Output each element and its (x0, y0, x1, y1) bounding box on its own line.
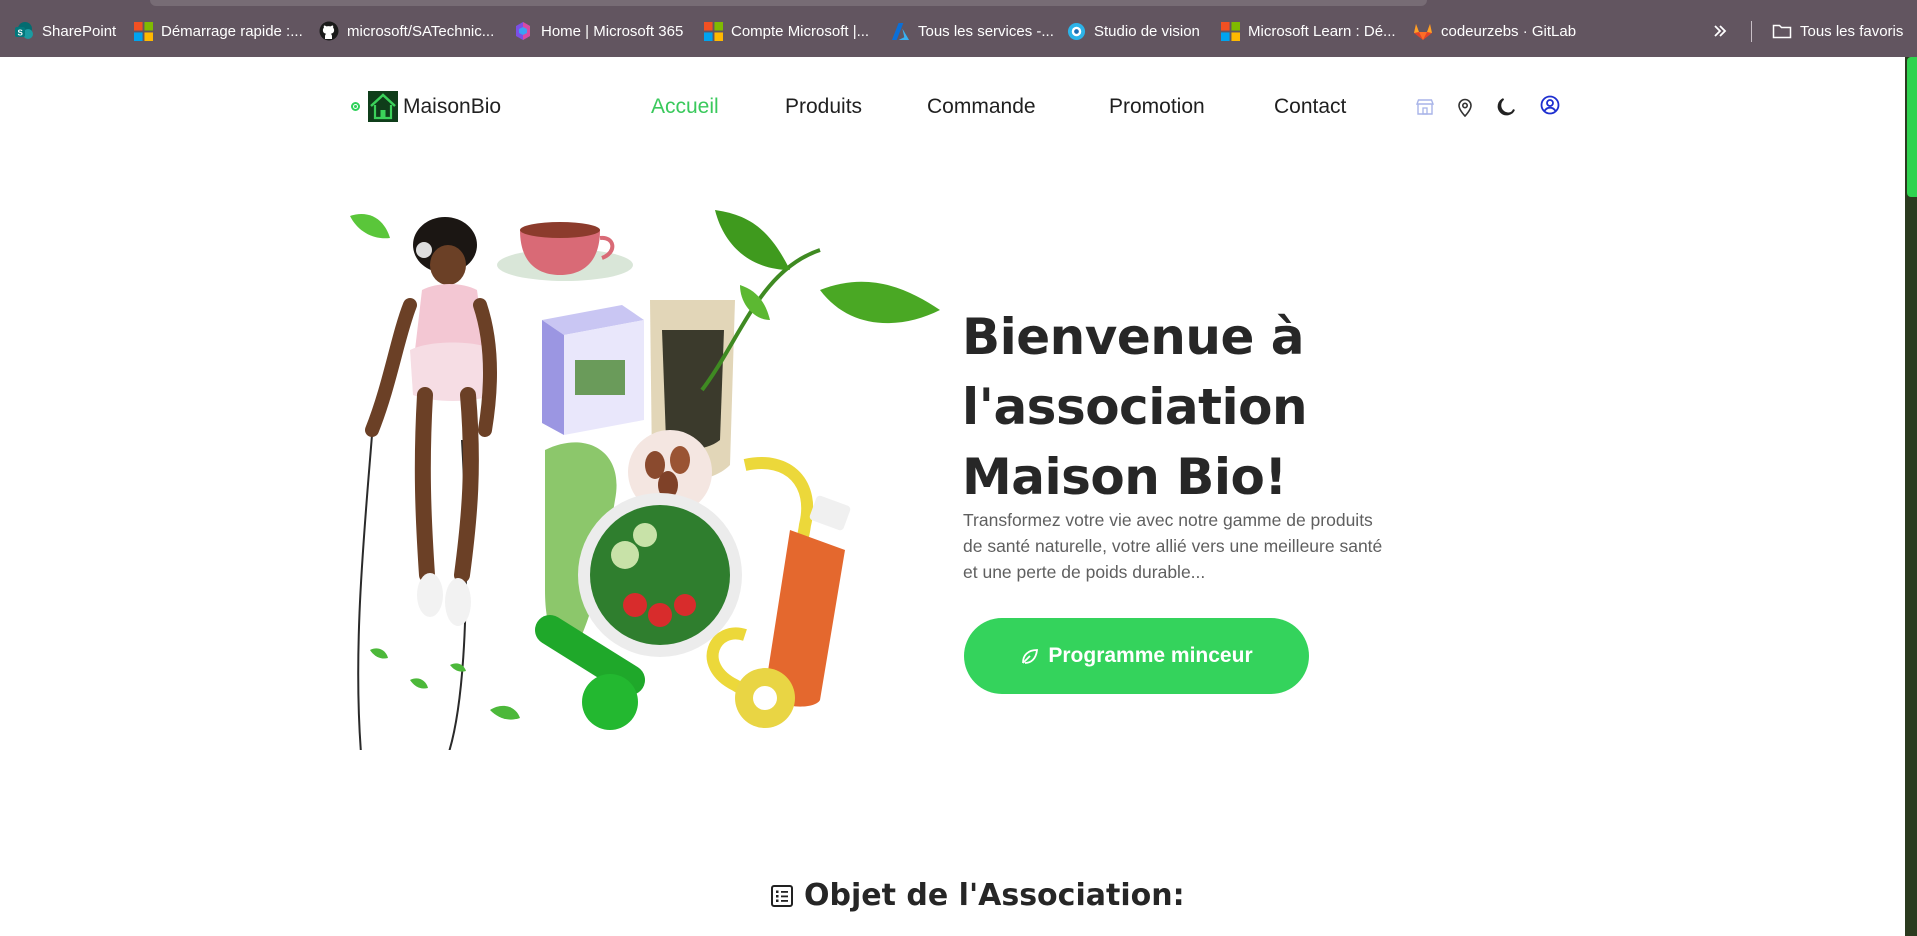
bookmark-github[interactable]: microsoft/SATechnic... (319, 19, 494, 43)
hero-title: Bienvenue à l'association Maison Bio! (962, 307, 1308, 506)
house-logo-icon (368, 91, 398, 122)
bookmarks-bar: S SharePoint Démarrage rapide :... micro… (0, 0, 1917, 57)
bookmark-label: microsoft/SATechnic... (347, 22, 495, 40)
brand-logo[interactable]: MaisonBio (351, 91, 501, 122)
bookmark-label: Tous les services -... (918, 22, 1054, 40)
bookmark-label: Démarrage rapide :... (161, 22, 303, 40)
salad-bowl (578, 493, 742, 657)
bookmark-azure-services[interactable]: Tous les services -... (891, 19, 1054, 43)
all-favorites-label: Tous les favoris (1800, 22, 1904, 40)
bookmark-compte-microsoft[interactable]: Compte Microsoft |... (704, 19, 869, 43)
list-icon (771, 884, 793, 907)
microsoft-icon (704, 21, 723, 41)
bookmark-vision-studio[interactable]: Studio de vision (1067, 19, 1200, 43)
moon-icon[interactable] (1496, 96, 1518, 118)
cta-label: Programme minceur (1048, 644, 1253, 667)
github-icon (319, 21, 339, 41)
all-favorites-folder[interactable]: Tous les favoris (1772, 19, 1903, 43)
tea-leaves (700, 210, 940, 392)
bookmark-label: Home | Microsoft 365 (541, 22, 684, 40)
folder-icon (1772, 24, 1792, 39)
bookmark-label: SharePoint (42, 22, 117, 40)
bookmarks-separator (1751, 21, 1752, 42)
store-icon[interactable] (1414, 96, 1436, 118)
chevron-double-right-icon (1714, 25, 1727, 37)
tea-cup (497, 222, 633, 281)
site-header: MaisonBio Accueil Produits Commande Prom… (0, 57, 1905, 157)
location-pin-icon[interactable] (1454, 96, 1476, 118)
bookmark-microsoft-learn[interactable]: Microsoft Learn : Dé... (1221, 19, 1396, 43)
brand-name: MaisonBio (403, 94, 502, 118)
leaf-icon (1022, 649, 1039, 664)
gitlab-icon (1414, 23, 1432, 40)
section-heading: Objet de l'Association: (770, 878, 1185, 913)
vision-studio-icon (1067, 22, 1086, 40)
azure-icon (891, 22, 910, 40)
nav-link-accueil[interactable]: Accueil (651, 95, 719, 119)
bookmark-label: codeurzebs · GitLab (1441, 22, 1577, 40)
section-title-text: Objet de l'Association: (804, 878, 1185, 913)
nav-link-produits[interactable]: Produits (785, 95, 862, 119)
nav-link-commande[interactable]: Commande (927, 95, 1036, 119)
microsoft-icon (1221, 21, 1240, 41)
tab-strip-edge (150, 0, 1427, 6)
bookmark-label: Microsoft Learn : Dé... (1248, 22, 1396, 40)
leaf-icon (350, 214, 390, 239)
sharepoint-icon: S (15, 22, 33, 39)
bookmark-label: Compte Microsoft |... (731, 22, 870, 40)
svg-text:S: S (18, 29, 24, 38)
programme-minceur-button[interactable]: Programme minceur (964, 618, 1309, 694)
bookmark-demarrage-rapide[interactable]: Démarrage rapide :... (134, 19, 303, 43)
status-dot-icon (351, 102, 360, 111)
bookmark-gitlab[interactable]: codeurzebs · GitLab (1413, 19, 1576, 43)
page-scrollbar-thumb[interactable] (1907, 57, 1917, 197)
user-circle-icon[interactable] (1539, 94, 1561, 116)
m365-icon (516, 22, 530, 40)
hero-description: Transformez votre vie avec notre gamme d… (963, 509, 1383, 582)
microsoft-icon (134, 21, 153, 41)
hero-illustration (350, 210, 940, 750)
bookmarks-overflow-button[interactable] (1712, 19, 1728, 43)
nav-link-contact[interactable]: Contact (1274, 95, 1346, 119)
bookmark-microsoft-365[interactable]: Home | Microsoft 365 (513, 19, 683, 43)
woman-jumping-figure (365, 217, 497, 626)
bookmark-sharepoint[interactable]: S SharePoint (14, 19, 116, 43)
nav-link-promotion[interactable]: Promotion (1109, 95, 1205, 119)
bookmark-label: Studio de vision (1094, 22, 1200, 40)
product-box (542, 305, 644, 435)
